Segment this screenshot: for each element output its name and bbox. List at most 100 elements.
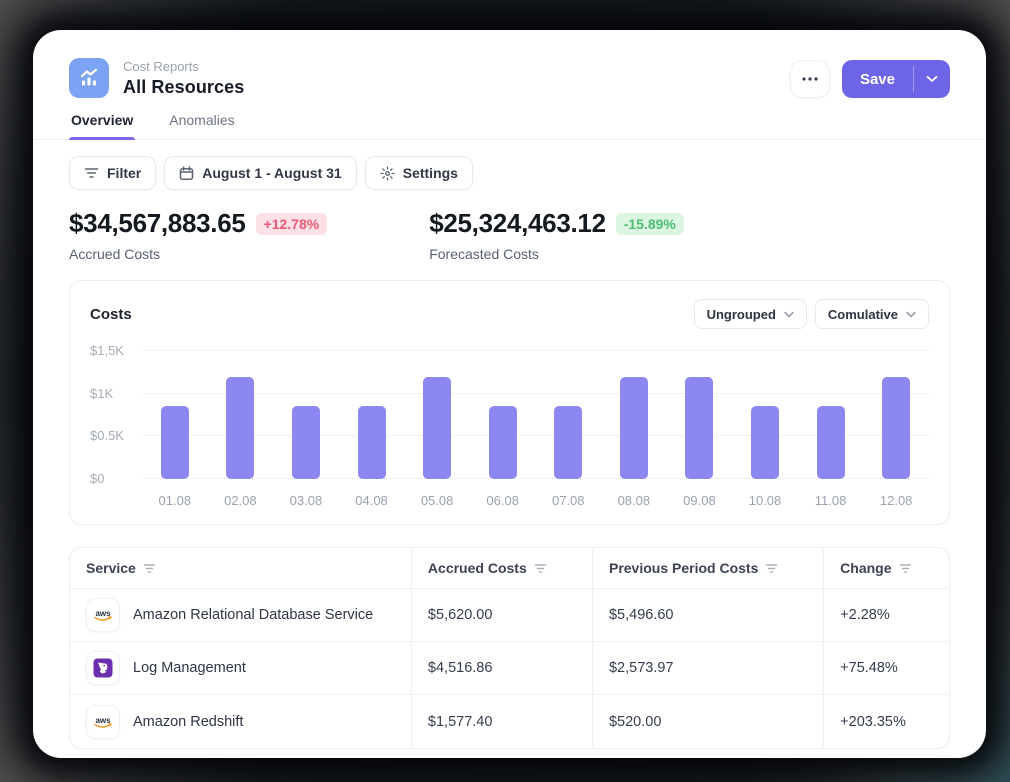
bar-07.08[interactable] bbox=[554, 406, 582, 479]
bar-slot bbox=[339, 351, 405, 479]
grouping-dropdown[interactable]: Ungrouped bbox=[694, 299, 807, 329]
save-dropdown-button[interactable] bbox=[914, 60, 950, 98]
aggregation-dropdown[interactable]: Comulative bbox=[815, 299, 929, 329]
table-row[interactable]: awsAmazon Redshift$1,577.40$520.00+203.3… bbox=[70, 695, 949, 748]
ellipsis-icon bbox=[802, 77, 818, 81]
bar-slot bbox=[208, 351, 274, 479]
accrued-costs-value: $34,567,883.65 bbox=[69, 208, 246, 239]
column-header-label: Previous Period Costs bbox=[609, 560, 758, 576]
bar-slot bbox=[732, 351, 798, 479]
column-header-label: Change bbox=[840, 560, 891, 576]
chart-title: Costs bbox=[90, 306, 132, 323]
column-header-previous-period-costs[interactable]: Previous Period Costs bbox=[593, 548, 824, 589]
x-axis-label: 09.08 bbox=[667, 493, 733, 508]
x-axis-label: 12.08 bbox=[863, 493, 929, 508]
metrics-row: $34,567,883.65 +12.78% Accrued Costs $25… bbox=[33, 190, 986, 262]
breadcrumb: Cost Reports bbox=[123, 59, 244, 74]
y-axis-label: $1,5K bbox=[90, 344, 124, 358]
x-axis-label: 04.08 bbox=[339, 493, 405, 508]
y-axis-label: $0.5K bbox=[90, 429, 124, 443]
x-axis-label: 02.08 bbox=[208, 493, 274, 508]
filter-button[interactable]: Filter bbox=[69, 156, 156, 190]
bar-08.08[interactable] bbox=[620, 377, 648, 479]
bar-slot bbox=[142, 351, 208, 479]
save-button[interactable]: Save bbox=[842, 60, 913, 98]
accrued-costs-change-badge: +12.78% bbox=[256, 213, 328, 235]
x-axis-label: 01.08 bbox=[142, 493, 208, 508]
column-header-label: Accrued Costs bbox=[428, 560, 527, 576]
column-header-label: Service bbox=[86, 560, 136, 576]
gear-icon bbox=[380, 166, 395, 181]
previous-period-costs-cell: $2,573.97 bbox=[593, 642, 824, 695]
column-header-change[interactable]: Change bbox=[824, 548, 949, 589]
aws-icon: aws bbox=[91, 606, 115, 624]
bar-slot bbox=[667, 351, 733, 479]
service-cell: aws Amazon Redshift bbox=[70, 695, 412, 748]
date-range-button[interactable]: August 1 - August 31 bbox=[164, 156, 357, 190]
service-name: Amazon Relational Database Service bbox=[133, 607, 373, 623]
toolbar: Filter August 1 - August 31 Settings bbox=[33, 140, 986, 190]
service-name: Log Management bbox=[133, 660, 246, 676]
tab-anomalies[interactable]: Anomalies bbox=[167, 112, 236, 139]
bar-04.08[interactable] bbox=[358, 406, 386, 479]
forecasted-costs-label: Forecasted Costs bbox=[429, 246, 684, 262]
x-axis: 01.0802.0803.0804.0805.0806.0807.0808.08… bbox=[142, 493, 929, 508]
app-window: Cost Reports All Resources Save bbox=[33, 30, 986, 758]
page-title: All Resources bbox=[123, 77, 244, 98]
bar-05.08[interactable] bbox=[423, 377, 451, 479]
aws-icon: aws bbox=[91, 713, 115, 731]
bar-06.08[interactable] bbox=[489, 406, 517, 479]
column-header-accrued-costs[interactable]: Accrued Costs bbox=[412, 548, 593, 589]
service-cell: aws Amazon Relational Database Service bbox=[70, 589, 412, 642]
chevron-down-icon bbox=[926, 75, 938, 83]
bar-slot bbox=[470, 351, 536, 479]
settings-label: Settings bbox=[403, 165, 458, 181]
service-name: Amazon Redshift bbox=[133, 714, 243, 730]
aws-icon-badge: aws bbox=[86, 598, 120, 632]
bar-group bbox=[142, 351, 929, 479]
table-row[interactable]: aws Amazon Relational Database Service $5,… bbox=[70, 589, 949, 642]
bar-03.08[interactable] bbox=[292, 406, 320, 479]
costs-chart-card: Costs Ungrouped Comulative $0$0.5K$1K$1,… bbox=[69, 280, 950, 525]
bar-02.08[interactable] bbox=[226, 377, 254, 479]
datadog-icon bbox=[93, 658, 113, 678]
title-block: Cost Reports All Resources bbox=[123, 58, 244, 98]
bar-slot bbox=[601, 351, 667, 479]
table-body: aws Amazon Relational Database Service $5,… bbox=[70, 589, 949, 748]
sort-icon bbox=[143, 563, 156, 574]
plot-gridlines bbox=[142, 351, 929, 479]
bar-12.08[interactable] bbox=[882, 377, 910, 479]
x-axis-label: 03.08 bbox=[273, 493, 339, 508]
x-axis-label: 10.08 bbox=[732, 493, 798, 508]
bar-01.08[interactable] bbox=[161, 406, 189, 479]
grouping-dropdown-value: Ungrouped bbox=[707, 307, 776, 322]
previous-period-costs-cell: $5,496.60 bbox=[593, 589, 824, 642]
x-axis-label: 05.08 bbox=[404, 493, 470, 508]
more-button[interactable] bbox=[790, 60, 830, 98]
change-cell: +2.28% bbox=[824, 589, 949, 642]
table-row[interactable]: Log Management$4,516.86$2,573.97+75.48% bbox=[70, 642, 949, 695]
save-split-button: Save bbox=[842, 60, 950, 98]
table-header-row: Service Accrued Costs Previous Period Cost… bbox=[70, 548, 949, 589]
aggregation-dropdown-value: Comulative bbox=[828, 307, 898, 322]
services-table: Service Accrued Costs Previous Period Cost… bbox=[69, 547, 950, 749]
header-actions: Save bbox=[790, 60, 950, 98]
column-header-service[interactable]: Service bbox=[70, 548, 412, 589]
bar-slot bbox=[535, 351, 601, 479]
bar-chart: $0$0.5K$1K$1,5K 01.0802.0803.0804.0805.0… bbox=[90, 351, 929, 508]
bar-10.08[interactable] bbox=[751, 406, 779, 479]
sort-icon bbox=[534, 563, 547, 574]
calendar-icon bbox=[179, 166, 194, 181]
forecasted-costs-change-badge: -15.89% bbox=[616, 213, 684, 235]
aws-icon-badge: aws bbox=[86, 705, 120, 739]
tab-overview[interactable]: Overview bbox=[69, 112, 135, 139]
header-left: Cost Reports All Resources bbox=[69, 58, 244, 98]
bar-slot bbox=[798, 351, 864, 479]
x-axis-label: 07.08 bbox=[535, 493, 601, 508]
sort-icon bbox=[899, 563, 912, 574]
bar-09.08[interactable] bbox=[685, 377, 713, 479]
date-range-label: August 1 - August 31 bbox=[202, 165, 342, 181]
settings-button[interactable]: Settings bbox=[365, 156, 473, 190]
bar-11.08[interactable] bbox=[817, 406, 845, 479]
x-axis-label: 11.08 bbox=[798, 493, 864, 508]
